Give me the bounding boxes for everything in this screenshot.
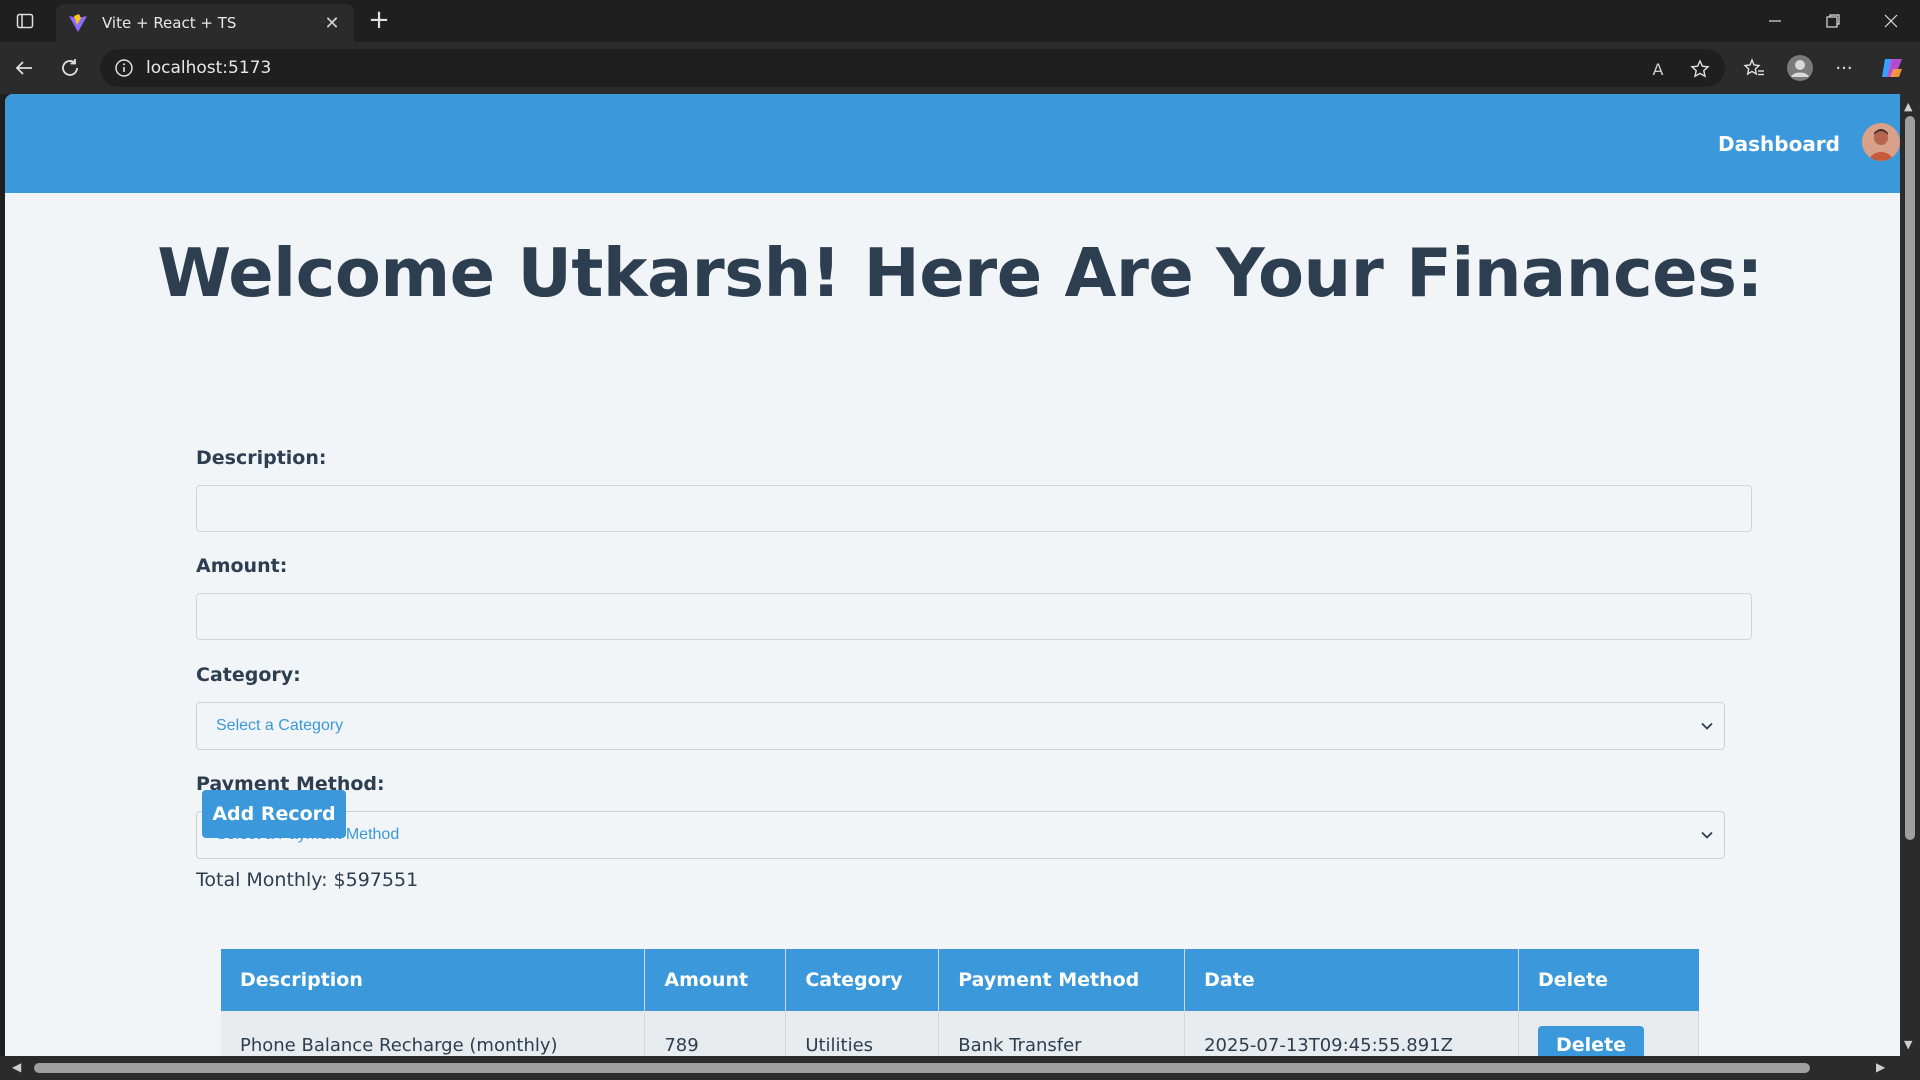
cell-payment-method: Bank Transfer bbox=[938, 1011, 1186, 1056]
back-icon[interactable] bbox=[8, 52, 40, 84]
total-monthly: Total Monthly: $597551 bbox=[196, 869, 419, 891]
cell-category: Utilities bbox=[785, 1011, 940, 1056]
cell-delete: Delete bbox=[1518, 1011, 1699, 1056]
plus-icon[interactable]: + bbox=[364, 6, 394, 36]
column-header-payment-method: Payment Method bbox=[938, 949, 1186, 1011]
category-selected-value: Select a Category bbox=[216, 717, 344, 734]
payment-method-select[interactable]: Select a Payment Method bbox=[196, 811, 1725, 859]
page-viewport: Dashboard Welcome Utkarsh! Here Are Your… bbox=[5, 94, 1900, 1056]
table-row: Phone Balance Recharge (monthly) 789 Uti… bbox=[221, 1011, 1699, 1056]
window-close-icon[interactable] bbox=[1866, 6, 1916, 36]
browser-toolbar: localhost:5173 A ··· bbox=[0, 42, 1920, 94]
url-text: localhost:5173 bbox=[146, 58, 272, 78]
info-icon[interactable] bbox=[114, 58, 134, 78]
cell-description: Phone Balance Recharge (monthly) bbox=[221, 1011, 646, 1056]
copilot-icon[interactable] bbox=[1876, 52, 1908, 84]
table-header-row: Description Amount Category Payment Meth… bbox=[221, 949, 1699, 1011]
browser-tabstrip: Vite + React + TS ✕ + bbox=[0, 0, 1920, 42]
add-record-button[interactable]: Add Record bbox=[202, 790, 346, 838]
column-header-amount: Amount bbox=[644, 949, 787, 1011]
tab-title: Vite + React + TS bbox=[102, 14, 237, 32]
scroll-up-icon[interactable]: ▲ bbox=[1904, 100, 1912, 113]
nav-dashboard-link[interactable]: Dashboard bbox=[1718, 132, 1840, 156]
vertical-scrollbar[interactable]: ▲ ▼ bbox=[1900, 94, 1920, 1056]
restore-icon[interactable] bbox=[1808, 6, 1858, 36]
read-aloud-icon[interactable]: A bbox=[1645, 58, 1671, 80]
scroll-right-icon[interactable]: ▶ bbox=[1876, 1060, 1885, 1074]
user-avatar[interactable] bbox=[1862, 123, 1900, 161]
more-icon[interactable]: ··· bbox=[1828, 52, 1860, 84]
close-icon[interactable]: ✕ bbox=[322, 13, 342, 34]
cell-amount: 789 bbox=[644, 1011, 787, 1056]
profile-icon[interactable] bbox=[1784, 52, 1816, 84]
browser-tab[interactable]: Vite + React + TS ✕ bbox=[56, 4, 354, 42]
minimize-icon[interactable] bbox=[1750, 6, 1800, 36]
horizontal-scroll-thumb[interactable] bbox=[34, 1063, 1810, 1073]
amount-label: Amount: bbox=[196, 555, 288, 577]
address-bar[interactable]: localhost:5173 A bbox=[100, 49, 1725, 87]
records-table: Description Amount Category Payment Meth… bbox=[221, 949, 1699, 1056]
column-header-delete: Delete bbox=[1518, 949, 1699, 1011]
delete-button[interactable]: Delete bbox=[1538, 1026, 1645, 1056]
vertical-scroll-thumb[interactable] bbox=[1905, 116, 1915, 840]
favorites-icon[interactable] bbox=[1738, 52, 1770, 84]
app-navbar: Dashboard bbox=[5, 94, 1900, 193]
description-field[interactable] bbox=[196, 485, 1752, 532]
scrollbar-corner bbox=[1900, 1056, 1920, 1080]
cell-date: 2025-07-13T09:45:55.891Z bbox=[1184, 1011, 1520, 1056]
vite-favicon bbox=[68, 13, 88, 33]
horizontal-scrollbar[interactable]: ◀ ▶ bbox=[0, 1056, 1900, 1080]
amount-field[interactable] bbox=[196, 593, 1752, 640]
column-header-date: Date bbox=[1184, 949, 1520, 1011]
reload-icon[interactable] bbox=[54, 52, 86, 84]
sidebar-icon[interactable] bbox=[10, 8, 40, 34]
column-header-description: Description bbox=[221, 949, 646, 1011]
scroll-down-icon[interactable]: ▼ bbox=[1904, 1038, 1912, 1051]
star-icon[interactable] bbox=[1687, 58, 1713, 80]
column-header-category: Category bbox=[785, 949, 940, 1011]
page-title: Welcome Utkarsh! Here Are Your Finances: bbox=[157, 234, 1763, 312]
category-select[interactable]: Select a Category bbox=[196, 702, 1725, 750]
scroll-left-icon[interactable]: ◀ bbox=[12, 1060, 21, 1074]
category-label: Category: bbox=[196, 664, 301, 686]
description-label: Description: bbox=[196, 447, 327, 469]
chevron-down-icon bbox=[1700, 719, 1714, 733]
chevron-down-icon bbox=[1700, 828, 1714, 842]
